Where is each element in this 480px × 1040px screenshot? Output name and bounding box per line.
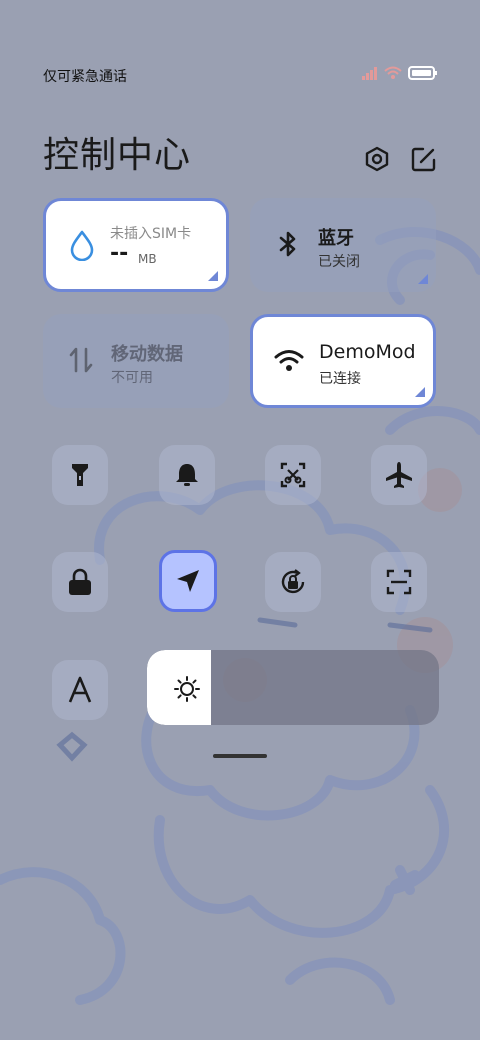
scan-icon [386,569,412,595]
screenshot-toggle[interactable] [265,445,321,505]
wifi-status: 已连接 [319,371,361,387]
airplane-icon [386,462,412,488]
mobile-data-title: 移动数据 [111,344,183,365]
signal-icon [362,67,377,80]
mute-toggle[interactable] [159,445,215,505]
page-title: 控制中心 [43,135,192,176]
data-usage-value: -- [110,241,129,266]
flashlight-icon [72,464,88,486]
bell-icon [176,464,198,486]
location-toggle[interactable] [159,550,217,612]
panel-drag-handle[interactable] [213,754,267,758]
brightness-slider[interactable] [147,650,439,725]
expand-corner-icon [415,387,425,397]
edit-icon[interactable] [411,146,437,172]
bluetooth-icon [279,231,296,257]
font-size-toggle[interactable] [52,660,108,720]
flashlight-toggle[interactable] [52,445,108,505]
bluetooth-status: 已关闭 [318,254,360,270]
airplane-mode-toggle[interactable] [371,445,427,505]
battery-icon [408,66,437,80]
sun-icon [174,676,200,702]
wifi-icon [384,66,402,79]
rotation-lock-icon [281,569,305,594]
wifi-icon [274,350,304,371]
wifi-tile[interactable]: DemoMod 已连接 [250,314,436,408]
bluetooth-title: 蓝牙 [318,228,354,249]
settings-icon[interactable] [364,146,390,172]
data-arrows-icon [69,347,93,373]
lock-icon [69,568,91,595]
data-usage-unit: MB [138,252,157,266]
rotation-lock-toggle[interactable] [265,552,321,612]
mobile-data-tile[interactable]: 移动数据 不可用 [43,314,229,408]
water-drop-icon [70,230,94,261]
expand-corner-icon [418,274,428,284]
screenshot-icon [280,462,306,488]
bluetooth-tile[interactable]: 蓝牙 已关闭 [250,198,436,292]
carrier-status: 仅可紧急通话 [43,69,127,85]
scanner-toggle[interactable] [371,552,427,612]
font-size-icon [68,676,92,703]
screen-lock-toggle[interactable] [52,552,108,612]
location-icon [177,570,199,592]
data-usage-tile[interactable]: 未插入SIM卡 -- MB [43,198,229,292]
sim-label: 未插入SIM卡 [110,226,192,242]
mobile-data-status: 不可用 [111,370,153,386]
expand-corner-icon [208,271,218,281]
wifi-network-name: DemoMod [319,341,416,363]
status-icons [362,66,438,80]
